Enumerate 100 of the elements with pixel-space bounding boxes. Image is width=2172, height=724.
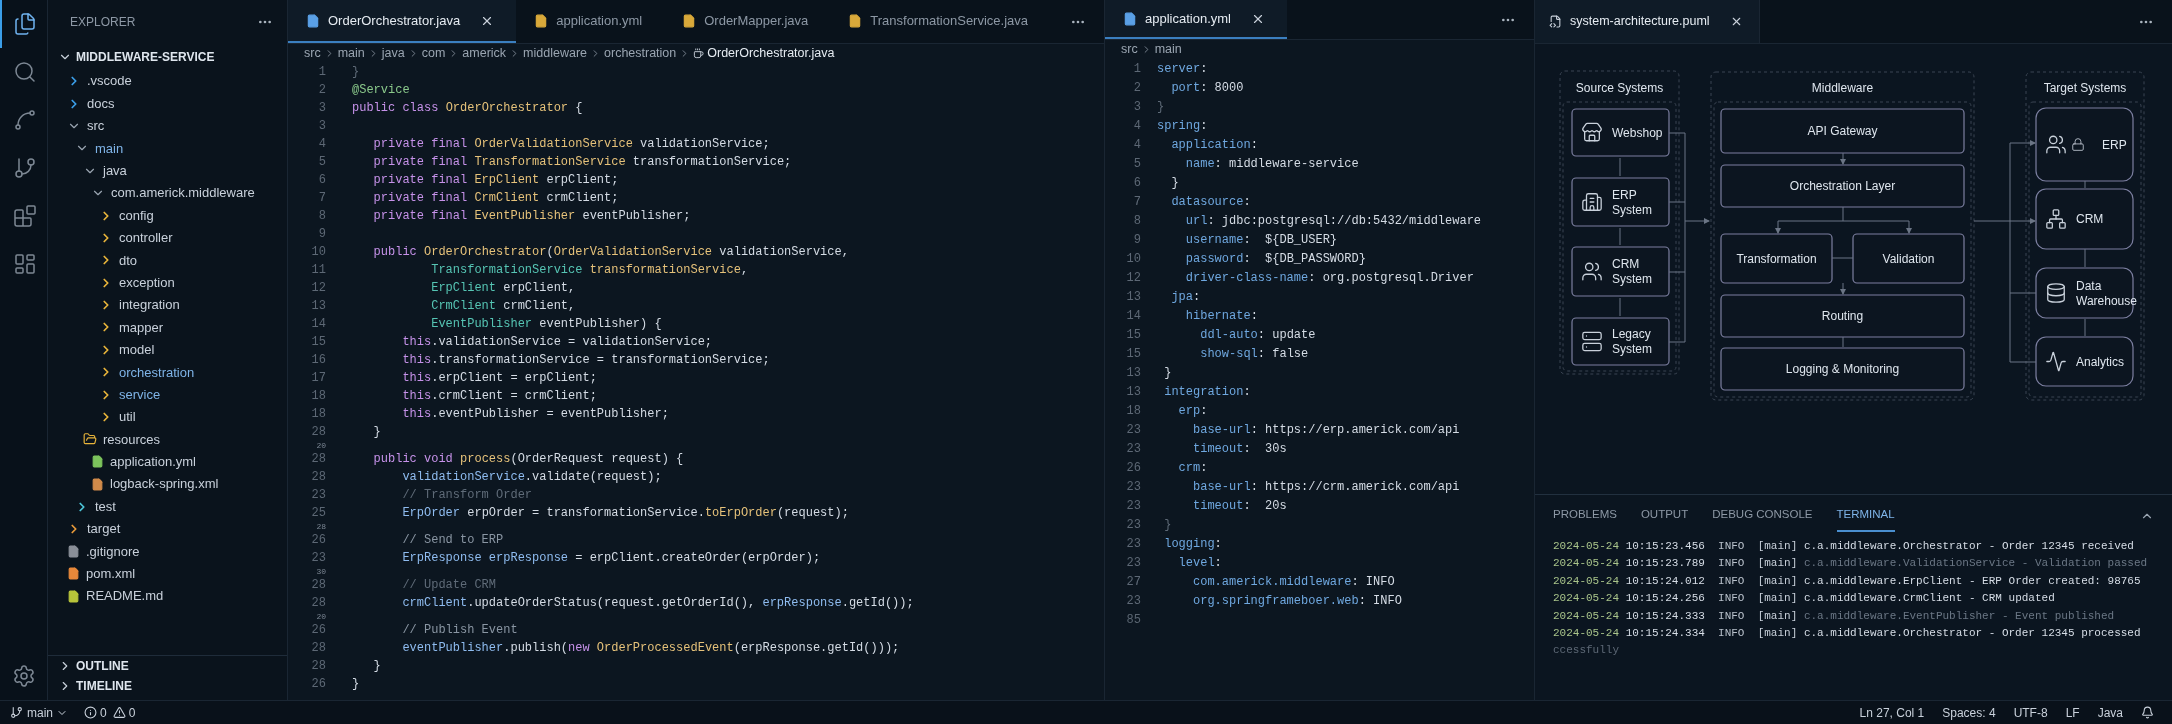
line-number: 28	[310, 595, 326, 612]
breadcrumb-item[interactable]: src	[304, 43, 321, 63]
node-label: API Gateway	[1807, 124, 1878, 138]
code-line: integration:	[1163, 383, 1251, 401]
editor-tab[interactable]: OrderMapper.java	[664, 0, 831, 43]
breadcrumb-item[interactable]: src	[1121, 39, 1138, 59]
extensions-icon[interactable]	[12, 204, 37, 228]
bell-icon[interactable]	[2141, 706, 2154, 719]
code-line: port: 8000	[1170, 79, 1244, 97]
code-line: erp:	[1177, 402, 1208, 420]
breadcrumb-item[interactable]: middleware	[523, 43, 587, 63]
log-line: 2024-05-24 10:15:23.789 INFO [main] c.a.middleware.ValidationService - Validation passed	[1553, 556, 2149, 571]
code-line: validationService.validate(request);	[401, 469, 662, 486]
code-line: }	[372, 658, 381, 675]
breadcrumb-item[interactable]: main	[337, 43, 365, 63]
building-icon	[1582, 193, 1602, 211]
error-count[interactable]: 0	[100, 703, 107, 722]
code-line: }	[352, 64, 360, 81]
code-line: this.erpClient = erpClient;	[401, 370, 597, 387]
line-number: 30	[315, 567, 326, 576]
tree-item[interactable]: src	[87, 116, 105, 136]
connector-arrow	[1775, 220, 1781, 234]
branch-name[interactable]: main	[27, 703, 53, 722]
status-item[interactable]: Spaces: 4	[1942, 703, 1996, 722]
node-label: Webshop	[1612, 125, 1663, 140]
editor-tab[interactable]: system-architecture.puml	[1535, 0, 1760, 43]
settings-icon[interactable]	[11, 664, 36, 688]
section-header[interactable]: TIMELINE	[76, 677, 132, 695]
panel-tab[interactable]: PROBLEMS	[1553, 500, 1617, 532]
status-item[interactable]: LF	[2065, 703, 2080, 722]
source-control-icon[interactable]	[12, 156, 37, 180]
connector-arrow	[1840, 282, 1846, 295]
tree-item[interactable]: test	[95, 496, 116, 517]
tree-item[interactable]: mapper	[119, 317, 164, 338]
tree-item[interactable]: docs	[87, 93, 115, 114]
status-item[interactable]: Java	[2097, 703, 2123, 722]
code-line: ErpResponse erpResponse = erpClient.createOrder(erpOrder);	[401, 550, 821, 567]
node-label: Validation	[1882, 251, 1935, 266]
tree-item[interactable]: logback-spring.xml	[110, 474, 219, 494]
file-icon	[1549, 15, 1562, 28]
tree-item[interactable]: main	[95, 138, 124, 159]
line-number: 1	[1132, 60, 1141, 78]
panel-tab[interactable]: TERMINAL	[1836, 500, 1895, 532]
tree-item[interactable]: util	[119, 407, 136, 427]
log-line: 2024-05-24 10:15:24.256 INFO [main] c.a.middleware.CrmClient - CRM updated	[1553, 591, 2056, 606]
breadcrumb-item[interactable]: java	[381, 43, 405, 63]
search-icon[interactable]	[12, 60, 37, 84]
tree-item[interactable]: config	[119, 205, 154, 226]
tree-item[interactable]: pom.xml	[86, 564, 136, 584]
status-item[interactable]: UTF-8	[2013, 703, 2048, 722]
folder-icon[interactable]	[83, 432, 97, 447]
tree-item[interactable]: README.md	[86, 586, 164, 606]
editor-tab[interactable]: application.yml	[1105, 0, 1287, 39]
node-label: Legacy System	[1612, 327, 1652, 356]
line-number: 20	[315, 612, 326, 621]
files-icon[interactable]	[12, 12, 37, 36]
tree-item[interactable]: target	[87, 519, 121, 539]
line-number: 11	[310, 262, 326, 279]
tree-item[interactable]: .vscode	[87, 71, 132, 91]
code-line: crm:	[1177, 459, 1208, 477]
tree-item[interactable]: orchestration	[119, 362, 195, 382]
tree-item[interactable]: service	[119, 384, 161, 405]
code-line: username: ${DB_USER}	[1184, 231, 1338, 249]
tree-item[interactable]: .gitignore	[86, 541, 140, 562]
editor-tab[interactable]: TransformationService.java	[830, 0, 1051, 43]
breadcrumb-item[interactable]: americk	[462, 43, 507, 63]
editor-tab[interactable]: OrderOrchestrator.java	[288, 0, 517, 43]
code-line: ErpClient erpClient,	[430, 280, 576, 297]
warning-count[interactable]: 0	[128, 703, 136, 722]
tree-item[interactable]: integration	[119, 295, 180, 315]
tree-item[interactable]: java	[103, 161, 127, 181]
breadcrumb-item[interactable]: main	[1154, 39, 1182, 59]
tree-item[interactable]: exception	[119, 272, 175, 293]
tree-item[interactable]: application.yml	[110, 452, 196, 472]
layout-icon[interactable]	[12, 252, 37, 276]
status-item[interactable]: Ln 27, Col 1	[1859, 703, 1925, 722]
code-line: TransformationService transformationService,	[430, 262, 749, 279]
connector-line	[1842, 336, 1844, 348]
tree-item[interactable]: controller	[119, 228, 173, 248]
panel-tab[interactable]: OUTPUT	[1640, 500, 1689, 532]
editor-tab[interactable]: application.yml	[516, 0, 665, 43]
line-number: 23	[1125, 497, 1141, 515]
section-header[interactable]: OUTLINE	[76, 657, 129, 675]
project-root[interactable]: MIDDLEWARE-SERVICE	[76, 48, 215, 66]
branch-icon[interactable]	[10, 706, 23, 719]
code-line: EventPublisher eventPublisher) {	[430, 316, 662, 333]
breadcrumb-item[interactable]: com	[421, 43, 446, 63]
node-label: ERP System	[1612, 187, 1652, 217]
log-line: 2024-05-24 10:15:23.456 INFO [main] c.a.middleware.Orchestrator - Order 12345 received	[1553, 538, 2135, 554]
tree-item[interactable]: model	[119, 340, 155, 360]
line-number: 5	[317, 154, 326, 171]
panel-tab[interactable]: DEBUG CONSOLE	[1712, 500, 1813, 532]
tree-item[interactable]: dto	[119, 250, 138, 271]
tree-item[interactable]: com.americk.middleware	[111, 183, 255, 203]
code-line: this.eventPublisher = eventPublisher;	[401, 406, 669, 423]
breadcrumb-item[interactable]: orchestration	[604, 43, 677, 63]
warning-icon[interactable]	[112, 706, 126, 719]
breadcrumb-item[interactable]: OrderOrchestrator.java	[707, 43, 835, 63]
tree-item[interactable]: resources	[103, 429, 161, 450]
curve-icon[interactable]	[12, 108, 37, 132]
